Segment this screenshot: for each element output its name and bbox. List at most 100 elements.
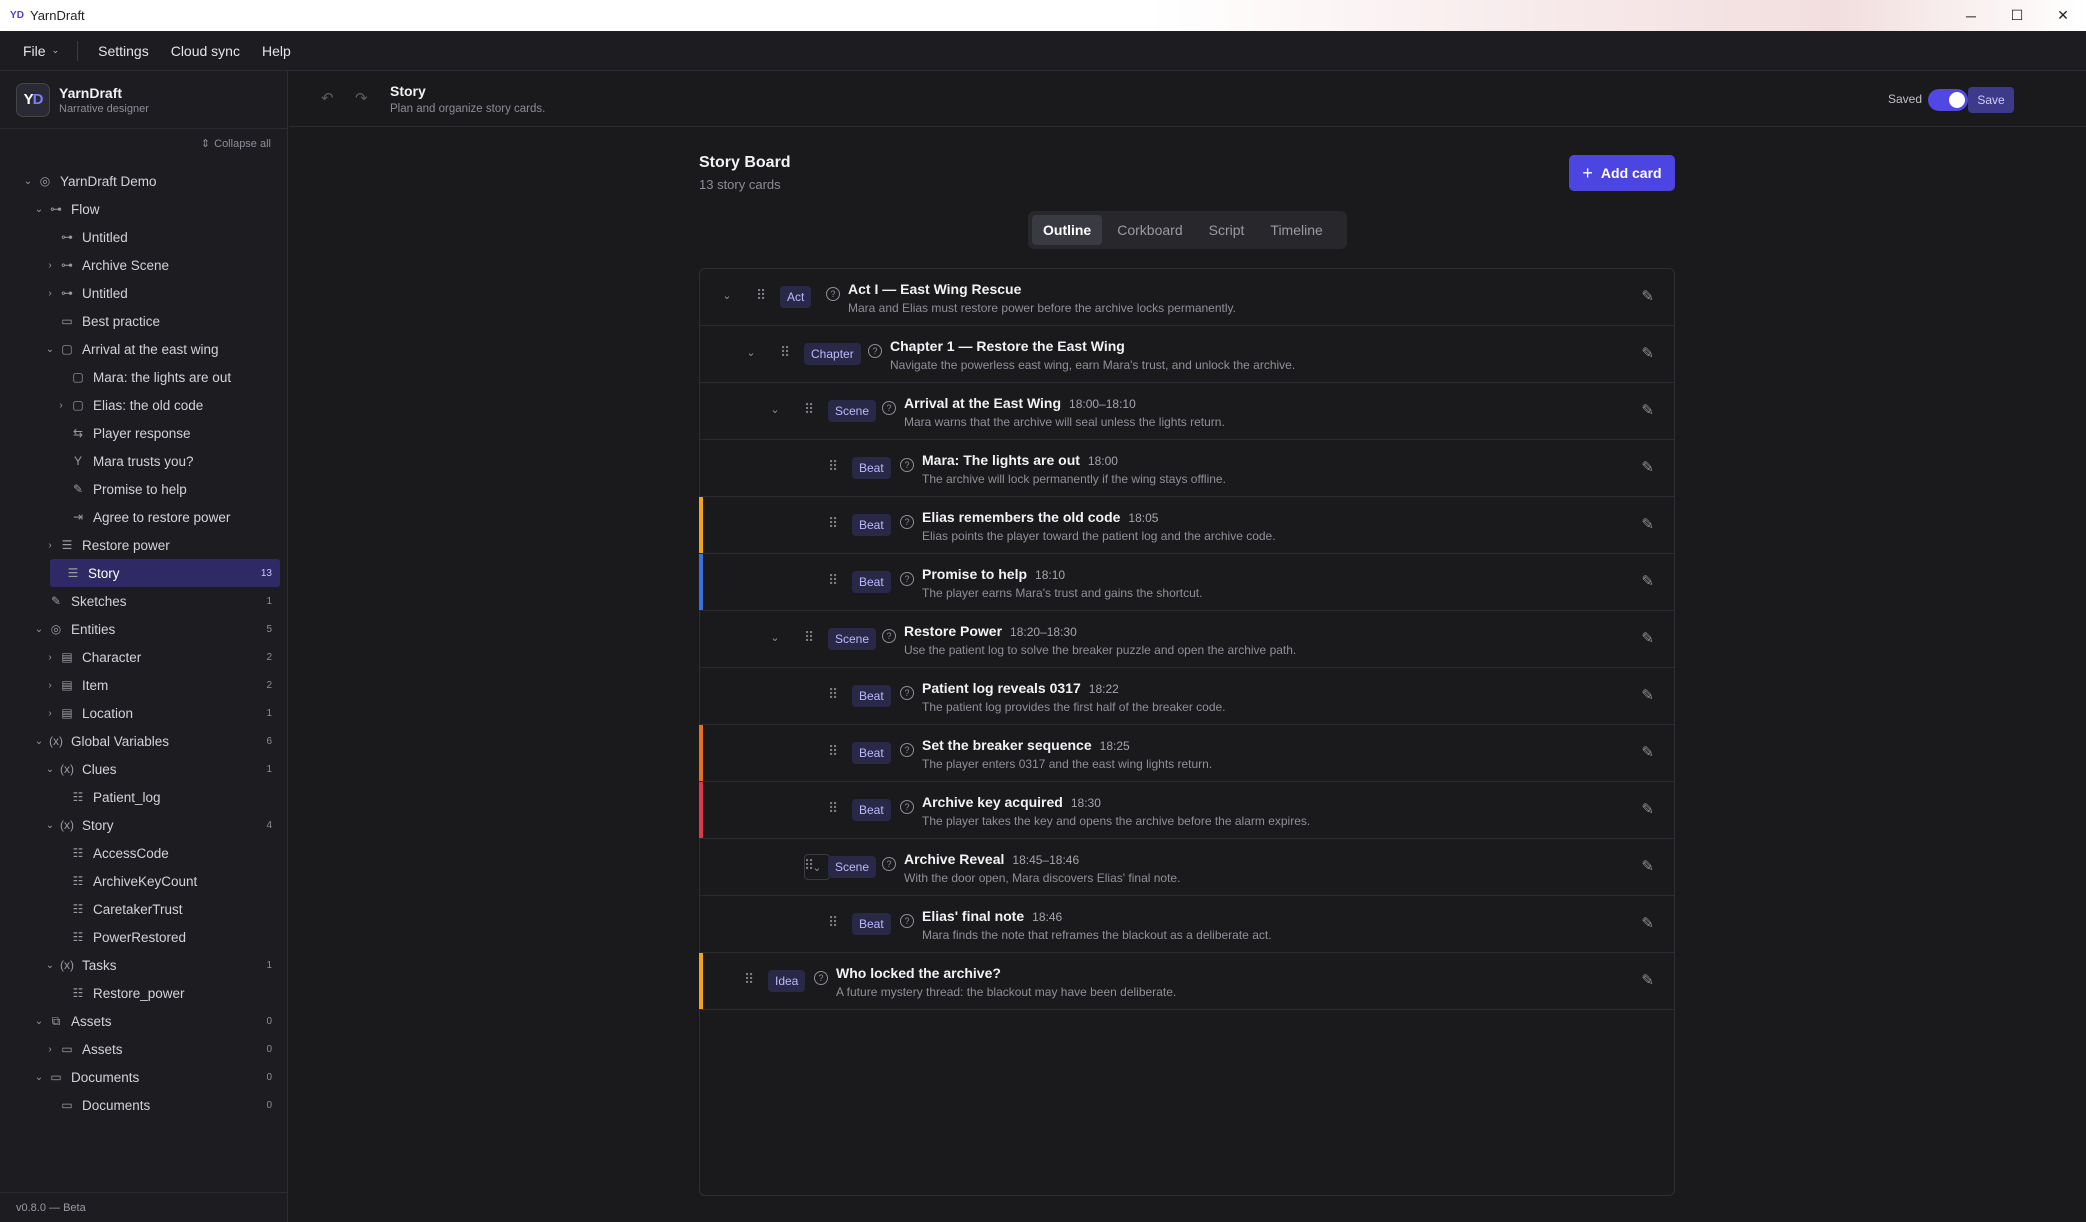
edit-pencil-icon[interactable]: ✎ [1641,572,1654,590]
tree-item[interactable]: ☷ ArchiveKeyCount [0,867,288,895]
chevron-right-icon[interactable]: › [44,1044,56,1055]
edit-pencil-icon[interactable]: ✎ [1641,287,1654,305]
tab-corkboard[interactable]: Corkboard [1106,215,1193,245]
tree-item[interactable]: ⌄ (x) Global Variables 6 [0,727,288,755]
tree-item[interactable]: ☷ AccessCode [0,839,288,867]
chevron-right-icon[interactable]: › [44,540,56,551]
tree-item[interactable]: ☷ Restore_power [0,979,288,1007]
tree-item[interactable]: › ▢ Elias: the old code [0,391,288,419]
story-card[interactable]: ⠿ Beat? Set the breaker sequence 18:25 The p… [699,725,1674,782]
tab-outline[interactable]: Outline [1032,215,1103,245]
tree-item[interactable]: ⌄ (x) Tasks 1 [0,951,288,979]
tree-item[interactable]: ▭ Best practice [0,307,288,335]
drag-handle-icon[interactable]: ⠿ [828,458,838,475]
tree-item[interactable]: ⌄ ⧉ Assets 0 [0,1007,288,1035]
edit-pencil-icon[interactable]: ✎ [1641,629,1654,647]
drag-handle-icon[interactable]: ⠿ [828,800,838,817]
tree-item[interactable]: › ▤ Item 2 [0,671,288,699]
tree-item[interactable]: ☷ PowerRestored [0,923,288,951]
menu-help[interactable]: Help [262,43,291,59]
story-card[interactable]: ⠿ Beat? Elias remembers the old code 18:05 E… [699,497,1674,554]
tree-item[interactable]: Y Mara trusts you? [0,447,288,475]
tree-item[interactable]: ☷ CaretakerTrust [0,895,288,923]
story-card[interactable]: ⠿ Idea? Who locked the archive? A future my… [699,953,1674,1010]
tree-item[interactable]: › ▤ Location 1 [0,699,288,727]
edit-pencil-icon[interactable]: ✎ [1641,857,1654,875]
tree-item[interactable]: ▭ Documents 0 [0,1091,288,1119]
drag-handle-icon[interactable]: ⠿ [804,857,814,874]
chevron-right-icon[interactable]: › [44,680,56,691]
collapse-all-button[interactable]: ⇕ Collapse all [201,137,271,151]
autosave-toggle[interactable] [1928,89,1968,111]
story-card[interactable]: ⠿ Beat? Elias' final note 18:46 Mara finds t… [700,896,1674,953]
chevron-down-icon[interactable]: ⌄ [768,631,782,644]
tree-item[interactable]: ⌄ ▢ Arrival at the east wing [0,335,288,363]
chevron-down-icon[interactable]: ⌄ [44,960,56,971]
tree-item[interactable]: ✎ Sketches 1 [0,587,288,615]
chevron-down-icon[interactable]: ⌄ [744,346,758,359]
story-card[interactable]: ⠿ Beat? Patient log reveals 0317 18:22 The p… [700,668,1674,725]
tree-item[interactable]: ⇆ Player response [0,419,288,447]
drag-handle-icon[interactable]: ⠿ [780,344,790,361]
chevron-down-icon[interactable]: ⌄ [44,820,56,831]
tree-item[interactable]: › ☰ Restore power [0,531,288,559]
tree-item[interactable]: ⌄ ◎ YarnDraft Demo [0,167,288,195]
chevron-down-icon[interactable]: ⌄ [44,344,56,355]
tree-item[interactable]: ⊶ Untitled [0,223,288,251]
edit-pencil-icon[interactable]: ✎ [1641,914,1654,932]
story-card[interactable]: ⌄ ⠿ Chapter? Chapter 1 — Restore the East W… [700,326,1674,383]
edit-pencil-icon[interactable]: ✎ [1641,344,1654,362]
story-card[interactable]: ⌄ ⠿ Scene? Arrival at the East Wing 18:00–18… [700,383,1674,440]
chevron-down-icon[interactable]: ⌄ [44,764,56,775]
chevron-right-icon[interactable]: › [55,400,67,411]
drag-handle-icon[interactable]: ⠿ [828,914,838,931]
tree-item[interactable]: ⌄ ◎ Entities 5 [0,615,288,643]
story-card[interactable]: ⌄ ⠿ Scene? Restore Power 18:20–18:30 Use the … [700,611,1674,668]
tree-item[interactable]: › ▭ Assets 0 [0,1035,288,1063]
drag-handle-icon[interactable]: ⠿ [804,401,814,418]
chevron-right-icon[interactable]: › [44,288,56,299]
menu-file[interactable]: File ⌄ [23,43,59,59]
edit-pencil-icon[interactable]: ✎ [1641,515,1654,533]
chevron-right-icon[interactable]: › [44,652,56,663]
drag-handle-icon[interactable]: ⠿ [744,971,754,988]
minimize-button[interactable]: ─ [1948,0,1994,31]
drag-handle-icon[interactable]: ⠿ [828,686,838,703]
close-button[interactable]: ✕ [2040,0,2086,31]
chevron-down-icon[interactable]: ⌄ [33,1072,45,1083]
tree-item[interactable]: ☰ Story 13 [50,559,280,587]
tab-script[interactable]: Script [1198,215,1256,245]
chevron-down-icon[interactable]: ⌄ [768,403,782,416]
story-card[interactable]: ⠿ Beat? Promise to help 18:10 The player ear… [699,554,1674,611]
edit-pencil-icon[interactable]: ✎ [1641,800,1654,818]
chevron-down-icon[interactable]: ⌄ [33,1016,45,1027]
edit-pencil-icon[interactable]: ✎ [1641,401,1654,419]
chevron-down-icon[interactable]: ⌄ [33,624,45,635]
drag-handle-icon[interactable]: ⠿ [828,572,838,589]
save-button[interactable]: Save [1968,87,2014,113]
tree-item[interactable]: ▢ Mara: the lights are out [0,363,288,391]
tree-item[interactable]: ⌄ ▭ Documents 0 [0,1063,288,1091]
tree-item[interactable]: ☷ Patient_log [0,783,288,811]
menu-settings[interactable]: Settings [98,43,149,59]
tree-item[interactable]: ⌄ (x) Story 4 [0,811,288,839]
chevron-down-icon[interactable]: ⌄ [33,204,45,215]
tab-timeline[interactable]: Timeline [1259,215,1333,245]
story-card[interactable]: ⠿ Beat? Mara: The lights are out 18:00 The a… [700,440,1674,497]
edit-pencil-icon[interactable]: ✎ [1641,971,1654,989]
edit-pencil-icon[interactable]: ✎ [1641,458,1654,476]
drag-handle-icon[interactable]: ⠿ [804,629,814,646]
edit-pencil-icon[interactable]: ✎ [1641,743,1654,761]
tree-item[interactable]: › ▤ Character 2 [0,643,288,671]
story-card[interactable]: ⌄ ⠿ Scene? Archive Reveal 18:45–18:46 With th… [700,839,1674,896]
story-card[interactable]: ⠿ Beat? Archive key acquired 18:30 The playe… [699,782,1674,839]
tree-item[interactable]: ⇥ Agree to restore power [0,503,288,531]
chevron-right-icon[interactable]: › [44,260,56,271]
add-card-button[interactable]: + Add card [1569,155,1675,191]
tree-item[interactable]: ✎ Promise to help [0,475,288,503]
tree-item[interactable]: › ⊶ Untitled [0,279,288,307]
drag-handle-icon[interactable]: ⠿ [828,515,838,532]
edit-pencil-icon[interactable]: ✎ [1641,686,1654,704]
drag-handle-icon[interactable]: ⠿ [828,743,838,760]
story-card[interactable]: ⌄ ⠿ Act? Act I — East Wing Rescue Mara and E… [700,269,1674,326]
